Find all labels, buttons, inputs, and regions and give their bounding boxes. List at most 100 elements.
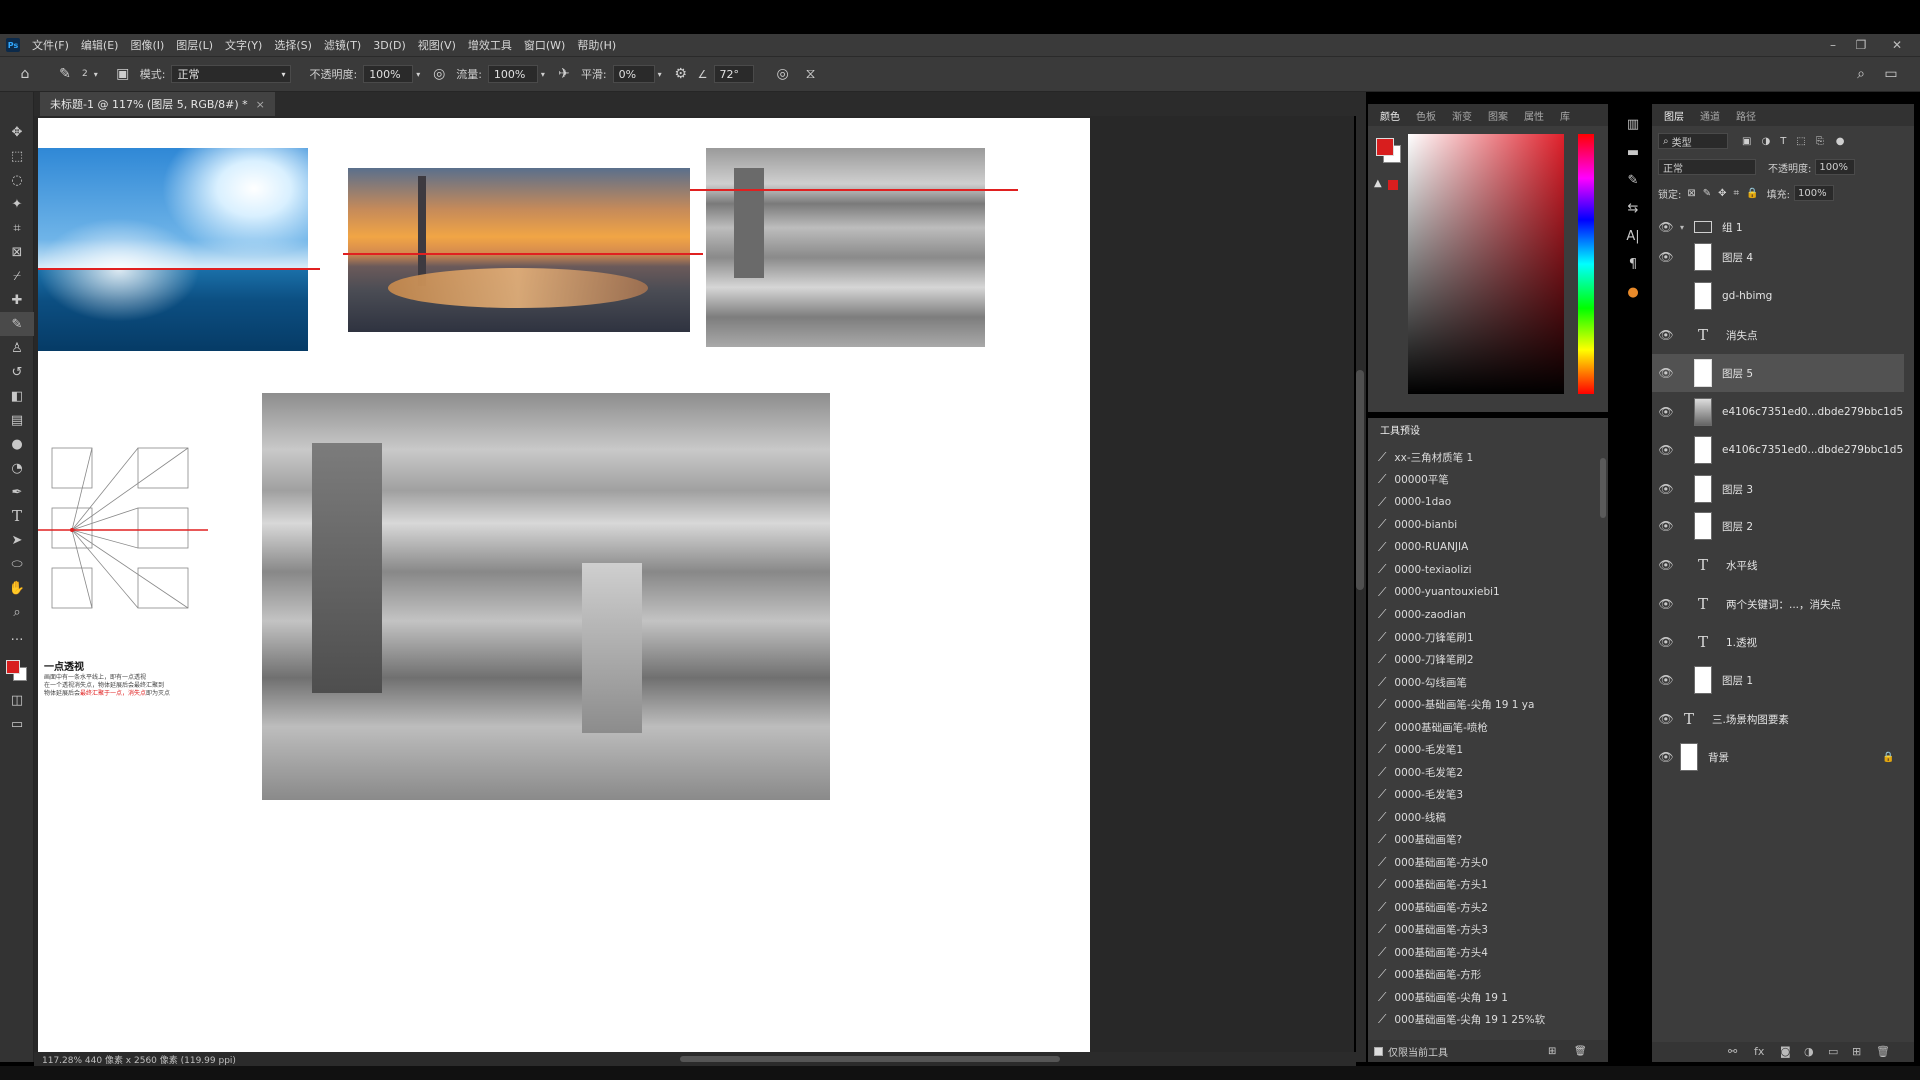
new-preset-icon[interactable]: ⊞ (1548, 1046, 1556, 1057)
adjustment-filter-icon[interactable]: ◑ (1761, 136, 1770, 147)
foreground-color-swatch[interactable] (6, 660, 20, 674)
list-item[interactable]: ⟋ 000基础画笔-尖角 19 1 25%软 (1368, 1009, 1598, 1032)
visibility-eye-icon[interactable]: 👁 (1652, 366, 1680, 380)
close-icon[interactable]: ✕ (1884, 34, 1910, 56)
opacity-input[interactable]: 100% (363, 65, 414, 83)
character-icon[interactable]: A| (1614, 222, 1652, 250)
web-color-swatch[interactable] (1388, 180, 1398, 190)
visibility-eye-icon[interactable]: 👁 (1652, 635, 1680, 649)
layer-row[interactable]: 👁 e4106c7351ed0...dbde279bbc1d5 (1652, 393, 1904, 431)
list-item[interactable]: ⟋ 000基础画笔-方头4 (1368, 941, 1598, 964)
more-tools-icon[interactable]: … (0, 624, 34, 648)
list-item[interactable]: ⟋ 0000-线稿 (1368, 806, 1598, 829)
layer-row[interactable]: 👁 T 三.场景构图要素 (1652, 700, 1904, 738)
history-icon[interactable]: ▥ (1614, 110, 1652, 138)
angle-input[interactable]: 72° (713, 65, 754, 83)
airbrush-icon[interactable]: ✈ (553, 63, 575, 85)
home-icon[interactable]: ⌂ (14, 63, 36, 85)
screen-mode-icon[interactable]: ▭ (0, 712, 34, 736)
eraser-tool-icon[interactable]: ◧ (0, 384, 34, 408)
visibility-eye-icon[interactable]: 👁 (1652, 558, 1680, 572)
comments-icon[interactable]: ▬ (1614, 138, 1652, 166)
menu-edit[interactable]: 编辑(E) (75, 37, 125, 53)
menu-layer[interactable]: 图层(L) (170, 37, 219, 53)
list-item[interactable]: ⟋ 0000基础画笔-喷枪 (1368, 716, 1598, 739)
menu-window[interactable]: 窗口(W) (518, 37, 571, 53)
menu-image[interactable]: 图像(I) (124, 37, 170, 53)
layer-row[interactable]: 👁 T 两个关键词：...，消失点 (1652, 585, 1904, 623)
visibility-eye-icon[interactable]: 👁 (1652, 220, 1680, 234)
type-filter-icon[interactable]: T (1780, 136, 1786, 147)
gradient-tool-icon[interactable]: ▤ (0, 408, 34, 432)
color-wheel-icon[interactable]: ● (1614, 278, 1652, 306)
list-item[interactable]: ⟋ 000基础画笔-方形 (1368, 964, 1598, 987)
list-item[interactable]: ⟋ 0000-毛发笔2 (1368, 761, 1598, 784)
pen-tool-icon[interactable]: ✒ (0, 480, 34, 504)
adjustments-icon[interactable]: ⇆ (1614, 194, 1652, 222)
lasso-tool-icon[interactable]: ◌ (0, 168, 34, 192)
layer-row[interactable]: 👁 T 1.透视 (1652, 623, 1904, 661)
tab-swatches[interactable]: 色板 (1408, 108, 1444, 123)
tab-paths[interactable]: 路径 (1728, 108, 1764, 123)
horizontal-scrollbar[interactable] (680, 1056, 1060, 1062)
layer-row[interactable]: 👁 图层 2 (1652, 507, 1904, 545)
lock-artboard-icon[interactable]: ⌗ (1734, 188, 1740, 199)
list-item[interactable]: ⟋ 000基础画笔? (1368, 829, 1598, 852)
list-item[interactable]: ⟋ 000基础画笔-方头0 (1368, 851, 1598, 874)
list-item[interactable]: ⟋ xx-三角材质笔 1 (1368, 446, 1598, 469)
menu-plugins[interactable]: 增效工具 (462, 37, 518, 53)
list-item[interactable]: ⟋ 0000-勾线画笔 (1368, 671, 1598, 694)
list-item[interactable]: ⟋ 0000-毛发笔3 (1368, 784, 1598, 807)
layer-row-selected[interactable]: 👁 图层 5 (1652, 354, 1904, 392)
list-item[interactable]: ⟋ 000基础画笔-方头2 (1368, 896, 1598, 919)
lock-pixels-icon[interactable]: ✎ (1703, 188, 1711, 199)
list-item[interactable]: ⟋ 000基础画笔-尖角 19 1 (1368, 986, 1598, 1009)
pressure-opacity-icon[interactable]: ◎ (428, 63, 450, 85)
eyedropper-tool-icon[interactable]: ⌿ (0, 264, 34, 288)
zoom-tool-icon[interactable]: ⌕ (0, 600, 34, 624)
list-item[interactable]: ⟋ 0000-zaodian (1368, 604, 1598, 627)
list-item[interactable]: ⟋ 0000-yuantouxiebi1 (1368, 581, 1598, 604)
chevron-down-icon[interactable]: ▾ (416, 70, 420, 79)
crop-tool-icon[interactable]: ⌗ (0, 216, 34, 240)
visibility-eye-icon[interactable]: 👁 (1652, 519, 1680, 533)
panel-foreground-swatch[interactable] (1376, 138, 1394, 156)
layer-row[interactable]: 👁 图层 3 (1652, 470, 1904, 508)
shape-tool-icon[interactable]: ⬭ (0, 552, 34, 576)
lock-position-icon[interactable]: ✥ (1718, 188, 1726, 199)
filter-toggle-icon[interactable]: ● (1836, 136, 1845, 147)
document-canvas[interactable]: 一点透视 画面中有一条水平线上，即有一点透视 在一个透视消失点，物体延展后会最终… (38, 118, 1090, 1052)
vertical-scrollbar[interactable] (1356, 370, 1364, 590)
layer-row[interactable]: 👁 gd-hbimg (1652, 277, 1904, 315)
mode-select[interactable]: 正常 ▾ (171, 65, 292, 83)
pressure-size-icon[interactable]: ◎ (772, 63, 794, 85)
paragraph-icon[interactable]: ¶ (1614, 250, 1652, 278)
add-mask-icon[interactable]: ◙ (1780, 1045, 1791, 1058)
visibility-eye-icon[interactable]: 👁 (1652, 250, 1680, 264)
close-tab-icon[interactable]: × (256, 98, 265, 111)
search-icon[interactable]: ⌕ (1850, 63, 1872, 85)
list-item[interactable]: ⟋ 000基础画笔-方头3 (1368, 919, 1598, 942)
tab-libraries[interactable]: 库 (1552, 108, 1578, 123)
current-tool-only-checkbox[interactable] (1374, 1046, 1383, 1056)
move-tool-icon[interactable]: ✥ (0, 120, 34, 144)
list-item[interactable]: ⟋ 0000-1dao (1368, 491, 1598, 514)
gear-icon[interactable]: ⚙ (670, 63, 692, 85)
layer-row[interactable]: 👁 图层 1 (1652, 661, 1904, 699)
menu-file[interactable]: 文件(F) (26, 37, 75, 53)
layer-filter-select[interactable]: ⌕ 类型 (1658, 133, 1728, 149)
restore-icon[interactable]: ❐ (1848, 34, 1874, 56)
magic-wand-tool-icon[interactable]: ✦ (0, 192, 34, 216)
layer-row[interactable]: 👁 T 消失点 (1652, 316, 1904, 354)
flow-input[interactable]: 100% (487, 65, 538, 83)
lock-transparent-icon[interactable]: ⊠ (1687, 188, 1695, 199)
saturation-brightness-field[interactable] (1408, 134, 1564, 394)
document-tab[interactable]: 未标题-1 @ 117% (图层 5, RGB/8#) * × (40, 92, 275, 116)
type-tool-icon[interactable]: T (0, 504, 34, 528)
tab-properties[interactable]: 属性 (1516, 108, 1552, 123)
pixel-filter-icon[interactable]: ▣ (1742, 136, 1751, 147)
brush-panel-toggle-icon[interactable]: ▣ (112, 63, 134, 85)
menu-3d[interactable]: 3D(D) (367, 39, 412, 52)
list-item[interactable]: ⟋ 000基础画笔-方头1 (1368, 874, 1598, 897)
hue-slider[interactable] (1578, 134, 1594, 394)
